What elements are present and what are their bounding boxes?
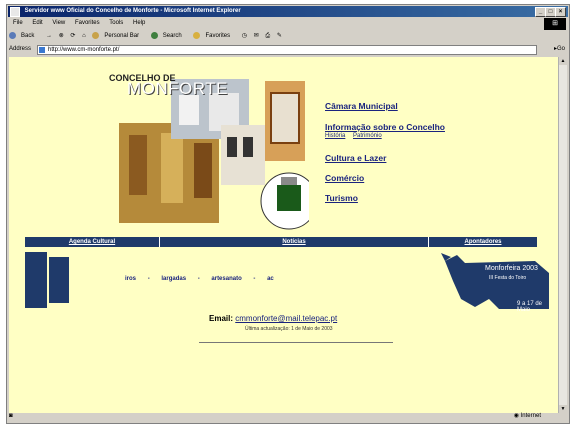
promo-dates: 9 a 17 de Maio (517, 301, 543, 313)
favorites-button[interactable]: Favorites (193, 31, 235, 39)
promo-subtitle: III Festa do Toiro (489, 275, 527, 281)
nav-comercio[interactable]: Comércio (325, 173, 364, 183)
home-button[interactable]: ⌂ (82, 33, 86, 39)
nav-sub-patrimonio[interactable]: Património (353, 133, 382, 139)
edit-button[interactable]: ✎ (277, 33, 282, 39)
back-arrow-icon (9, 31, 16, 39)
nav-informacao-concelho[interactable]: Informação sobre o Concelho (325, 122, 445, 132)
section-bar: Agenda Cultural Notícias Apontadores (25, 237, 537, 247)
news-ticker[interactable]: iros - largadas - artesanato - ac (125, 276, 284, 282)
status-page-icon: ◙ (9, 413, 13, 419)
ie-app-icon (10, 7, 20, 17)
history-button[interactable]: ◷ (242, 33, 247, 39)
mail-button[interactable]: ✉ (254, 33, 259, 39)
tab-apontadores[interactable]: Apontadores (429, 237, 537, 247)
search-icon (150, 31, 158, 39)
altar-side (194, 143, 212, 198)
search-button[interactable]: Search (150, 31, 187, 39)
menu-bar: File Edit View Favorites Tools Help (9, 19, 149, 28)
crest-crown (281, 177, 297, 185)
window-dark-2 (243, 137, 253, 157)
nav-sub-historia[interactable]: História (325, 133, 345, 139)
header-title-2: MONFORTE (127, 79, 228, 98)
go-button[interactable]: ▸Go (554, 44, 565, 55)
browser-window: Servidor www Oficial do Concelho de Monf… (6, 4, 570, 424)
status-zone: ◉ Internet (513, 413, 541, 419)
tab-noticias[interactable]: Notícias (160, 237, 428, 247)
close-button[interactable]: × (555, 7, 566, 17)
window-title: Servidor www Oficial do Concelho de Monf… (24, 8, 241, 14)
personal-bar-button[interactable]: Personal Bar (92, 31, 144, 39)
address-label: Address (9, 46, 32, 52)
altar-arch (129, 135, 147, 195)
stop-button[interactable]: ⊗ (59, 33, 64, 39)
contact-email: Email: cmmonforte@mail.telepac.pt (209, 314, 338, 323)
title-bar: Servidor www Oficial do Concelho de Monf… (8, 6, 568, 17)
refresh-button[interactable]: ⟳ (70, 33, 75, 39)
footer-rule (199, 342, 393, 343)
forward-button[interactable]: → (46, 33, 52, 39)
menu-file[interactable]: File (13, 20, 23, 26)
menu-edit[interactable]: Edit (32, 20, 42, 26)
crest-shield (277, 185, 301, 211)
window-glass (270, 92, 300, 144)
menu-favorites[interactable]: Favorites (75, 20, 100, 26)
personal-bar-icon (92, 31, 100, 39)
address-bar: Address http://www.cm-monforte.pt/ ▸Go (9, 44, 567, 55)
last-updated: Última actualização: 1 de Maio de 2003 (245, 326, 333, 332)
vertical-scrollbar[interactable]: ▲ ▼ (558, 57, 567, 413)
menu-view[interactable]: View (52, 20, 65, 26)
window-dark (227, 137, 237, 157)
page-icon (39, 47, 45, 53)
altar-center (161, 133, 183, 203)
monforfeira-banner[interactable]: Monforfeira 2003 III Festa do Toiro 9 a … (439, 251, 552, 313)
nav-camara-municipal[interactable]: Câmara Municipal (325, 101, 398, 111)
page-content: CONCELHO DE MONFORTE Câmara Municipal In… (9, 57, 559, 413)
back-button[interactable]: Back (9, 31, 39, 39)
status-bar: ◙ ◉ Internet (9, 412, 567, 421)
toolbar: Back → ⊗ ⟳ ⌂ Personal Bar Search Favorit… (9, 30, 539, 42)
promo-title: Monforfeira 2003 (485, 265, 538, 272)
favorites-icon (193, 31, 201, 39)
tab-agenda-cultural[interactable]: Agenda Cultural (25, 237, 159, 247)
scroll-up-arrow[interactable]: ▲ (559, 57, 567, 65)
nav-turismo[interactable]: Turismo (325, 193, 358, 203)
nav-cultura-lazer[interactable]: Cultura e Lazer (325, 153, 386, 163)
email-link[interactable]: cmmonforte@mail.telepac.pt (235, 314, 337, 323)
agenda-block-2 (49, 257, 69, 303)
agenda-block (25, 252, 47, 308)
windows-logo: ⊞ (544, 18, 566, 30)
address-input[interactable]: http://www.cm-monforte.pt/ (37, 45, 537, 55)
header-collage: CONCELHO DE MONFORTE (109, 73, 318, 233)
house-facade (179, 95, 199, 125)
menu-tools[interactable]: Tools (109, 20, 123, 26)
menu-help[interactable]: Help (133, 20, 145, 26)
print-button[interactable]: ⎙ (265, 33, 270, 39)
